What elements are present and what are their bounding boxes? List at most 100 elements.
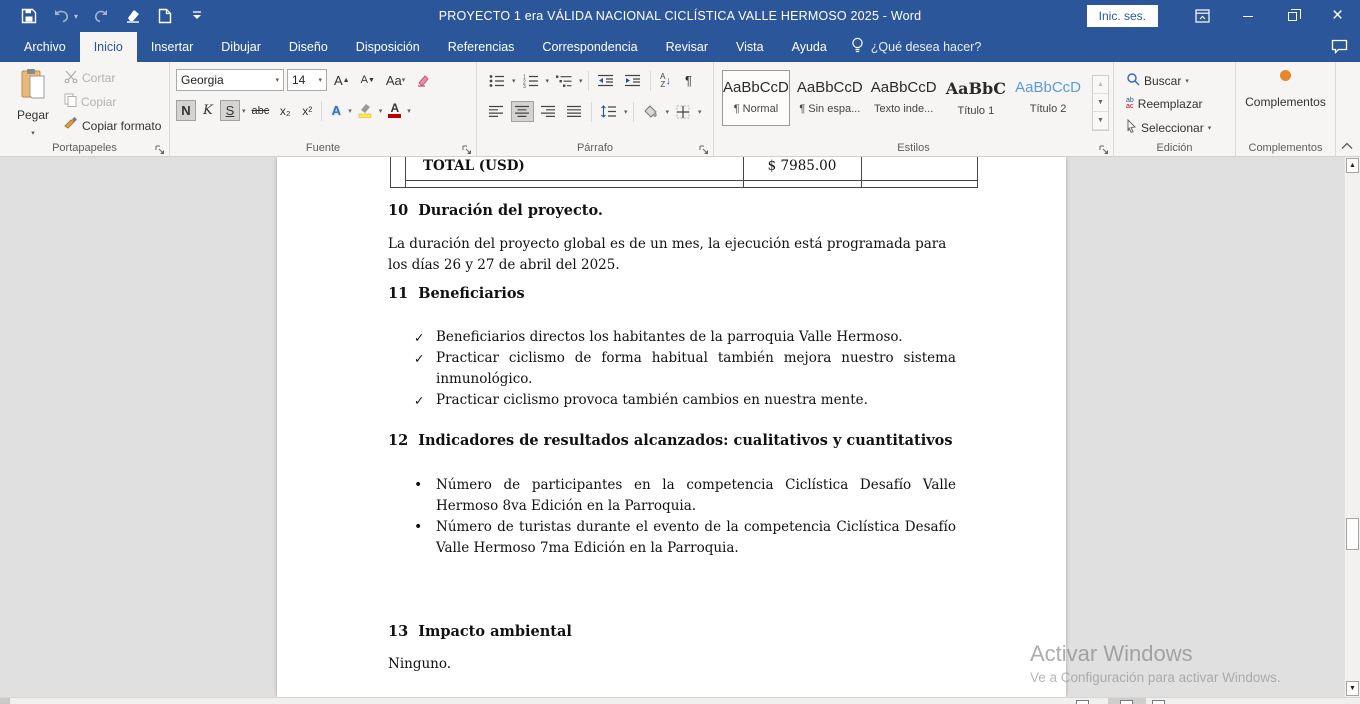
styles-scroll-up-icon[interactable]: ▲: [1093, 76, 1108, 94]
superscript-button[interactable]: x²: [297, 100, 317, 121]
style-texto-independiente[interactable]: AaBbCcD Texto inde...: [870, 70, 938, 126]
customize-quick-access-icon[interactable]: [188, 7, 206, 25]
find-button[interactable]: Buscar ▾: [1122, 70, 1235, 91]
bullets-button[interactable]: [485, 70, 509, 91]
redo-icon[interactable]: [92, 7, 110, 25]
multilevel-list-button[interactable]: [552, 70, 576, 91]
tab-correspondencia[interactable]: Correspondencia: [528, 32, 651, 62]
vertical-scrollbar[interactable]: ▲ ▼: [1344, 157, 1360, 697]
strikethrough-button[interactable]: abc: [248, 100, 274, 121]
align-center-button[interactable]: [511, 101, 534, 122]
word-window: ▾ PROYECTO 1 era VÁLIDA NACIONAL CICLÍST…: [0, 0, 1360, 704]
bold-button[interactable]: N: [176, 100, 196, 121]
estilos-dialog-launcher-icon[interactable]: [1099, 143, 1110, 154]
undo-icon[interactable]: [52, 7, 70, 25]
collapse-ribbon-icon[interactable]: [1341, 142, 1353, 153]
tab-inicio[interactable]: Inicio: [80, 32, 137, 62]
scroll-down-icon[interactable]: ▼: [1346, 681, 1359, 696]
multilevel-dropdown-icon[interactable]: ▾: [579, 77, 583, 85]
clear-formatting-icon[interactable]: [412, 70, 435, 91]
restore-icon[interactable]: [1270, 0, 1315, 32]
font-family-combobox[interactable]: Georgia▾: [176, 69, 284, 91]
group-fuente: Georgia▾ 14▾ A▲ A▼ Aa▾ N K S ▾ abc x₂ x²: [170, 62, 477, 156]
copy-button[interactable]: Copiar: [60, 91, 165, 112]
shrink-font-button[interactable]: A▼: [357, 70, 379, 91]
line-spacing-button[interactable]: [597, 101, 621, 122]
tab-disposicion[interactable]: Disposición: [342, 32, 434, 62]
styles-gallery-more-icon[interactable]: ▼: [1093, 112, 1108, 130]
save-icon[interactable]: [20, 7, 38, 25]
undo-dropdown-icon[interactable]: ▾: [74, 12, 78, 21]
decrease-indent-button[interactable]: [594, 70, 618, 91]
scrollbar-thumb[interactable]: [1346, 518, 1359, 550]
cut-button[interactable]: Cortar: [60, 68, 165, 88]
text-effects-button[interactable]: A: [326, 100, 346, 121]
underline-dropdown-icon[interactable]: ▾: [242, 107, 246, 115]
read-mode-icon[interactable]: [1076, 700, 1089, 704]
tab-revisar[interactable]: Revisar: [652, 32, 722, 62]
tell-me-box[interactable]: ¿Qué desea hacer?: [841, 32, 992, 62]
subscript-button[interactable]: x₂: [275, 100, 295, 121]
style-titulo-2[interactable]: AaBbCcD Título 2: [1014, 70, 1082, 126]
text-effects-dropdown-icon[interactable]: ▾: [348, 107, 352, 115]
bullets-dropdown-icon[interactable]: ▾: [512, 77, 516, 85]
numbering-button[interactable]: 123: [519, 70, 543, 91]
portapapeles-dialog-launcher-icon[interactable]: [155, 143, 166, 154]
sign-in-button[interactable]: Inic. ses.: [1087, 5, 1158, 27]
heading-duracion: 10Duración del proyecto.: [388, 202, 603, 219]
highlight-dropdown-icon[interactable]: ▾: [379, 107, 383, 115]
tab-diseno[interactable]: Diseño: [275, 32, 342, 62]
tab-insertar[interactable]: Insertar: [137, 32, 207, 62]
fuente-dialog-launcher-icon[interactable]: [462, 143, 473, 154]
new-document-icon[interactable]: [156, 7, 174, 25]
copy-icon: [64, 93, 77, 110]
style-normal[interactable]: AaBbCcD ¶ Normal: [722, 70, 790, 126]
tab-referencias[interactable]: Referencias: [434, 32, 529, 62]
font-size-combobox[interactable]: 14▾: [287, 69, 327, 91]
font-color-button[interactable]: A: [384, 100, 405, 121]
italic-button[interactable]: K: [198, 100, 218, 121]
font-color-dropdown-icon[interactable]: ▾: [407, 107, 411, 115]
borders-dropdown-icon[interactable]: ▾: [698, 108, 702, 116]
sort-button[interactable]: AZ↓: [656, 70, 676, 91]
font-size-value: 14: [292, 73, 305, 87]
line-spacing-dropdown-icon[interactable]: ▾: [624, 108, 628, 116]
table-cell-total-label: TOTAL (USD): [423, 157, 525, 175]
style-titulo-1[interactable]: AaBbC Título 1: [944, 70, 1009, 126]
justify-button[interactable]: [563, 101, 586, 122]
close-icon[interactable]: ×: [1315, 0, 1360, 32]
align-left-button[interactable]: [485, 101, 508, 122]
ribbon-display-options-icon[interactable]: [1180, 0, 1225, 32]
print-layout-selected[interactable]: [1108, 698, 1146, 704]
change-case-button[interactable]: Aa▾: [382, 70, 409, 91]
style-sin-espaciado[interactable]: AaBbCcD ¶ Sin espa...: [796, 70, 864, 126]
copy-label: Copiar: [81, 95, 116, 109]
scroll-up-icon[interactable]: ▲: [1346, 158, 1359, 173]
tab-ayuda[interactable]: Ayuda: [778, 32, 841, 62]
borders-button[interactable]: [672, 101, 695, 122]
numbering-dropdown-icon[interactable]: ▾: [546, 77, 550, 85]
draw-eraser-icon[interactable]: [124, 7, 142, 25]
document-page[interactable]: TOTAL (USD) $ 7985.00 10Duración del pro…: [277, 157, 1066, 697]
replace-button[interactable]: abac Reemplazar: [1122, 95, 1235, 113]
underline-button[interactable]: S: [220, 100, 240, 121]
tab-dibujar[interactable]: Dibujar: [207, 32, 275, 62]
addins-button[interactable]: Complementos: [1236, 70, 1335, 109]
parrafo-dialog-launcher-icon[interactable]: [699, 143, 710, 154]
tab-archivo[interactable]: Archivo: [10, 32, 80, 62]
styles-scroll-down-icon[interactable]: ▼: [1093, 94, 1108, 112]
increase-indent-button[interactable]: [621, 70, 645, 91]
highlight-button[interactable]: [354, 100, 377, 121]
align-right-button[interactable]: [537, 101, 560, 122]
paste-button[interactable]: Pegar ▾: [10, 68, 56, 140]
shading-button[interactable]: [639, 101, 663, 122]
minimize-icon[interactable]: [1225, 0, 1270, 32]
grow-font-button[interactable]: A▲: [330, 70, 354, 91]
tab-vista[interactable]: Vista: [722, 32, 778, 62]
format-painter-button[interactable]: Copiar formato: [60, 115, 165, 136]
web-layout-icon[interactable]: [1152, 700, 1165, 704]
feedback-icon[interactable]: [1331, 39, 1348, 59]
select-button[interactable]: Seleccionar ▾: [1122, 117, 1235, 138]
show-paragraph-marks-button[interactable]: ¶: [679, 70, 699, 91]
shading-dropdown-icon[interactable]: ▾: [666, 108, 670, 116]
